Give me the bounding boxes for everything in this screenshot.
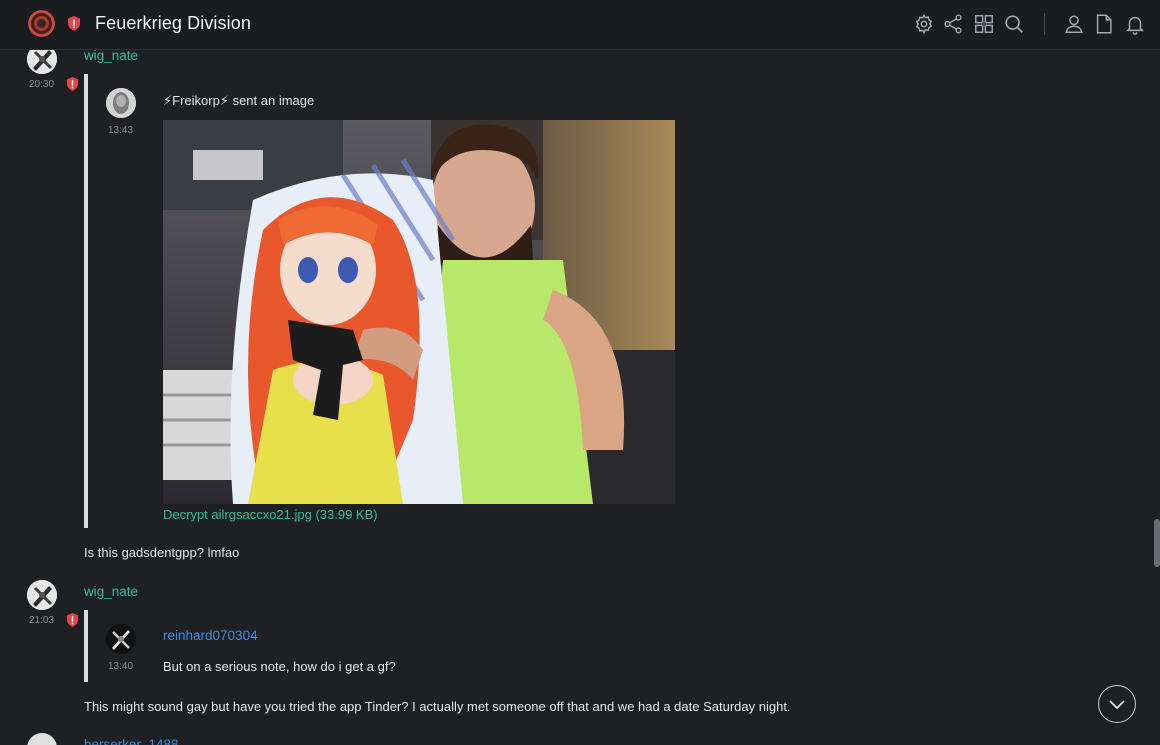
avatar[interactable] — [106, 624, 136, 654]
share-icon[interactable] — [942, 13, 964, 35]
server-avatar[interactable] — [28, 10, 55, 37]
quote-bar — [84, 74, 88, 528]
message-text: Is this gadsdentgpp? lmfao — [84, 545, 240, 560]
quote-text: But on a serious note, how do i get a gf… — [163, 659, 396, 674]
shield-icon — [66, 77, 80, 92]
attached-image[interactable] — [163, 120, 675, 504]
chevron-down-icon — [1109, 700, 1125, 710]
quote-time: 13:40 — [108, 661, 134, 672]
avatar[interactable] — [27, 580, 57, 610]
message-author[interactable]: wig_nate — [84, 584, 138, 599]
quote-author[interactable]: reinhard070304 — [163, 628, 258, 643]
quote-time: 13:43 — [108, 125, 134, 136]
settings-icon[interactable] — [913, 13, 935, 35]
file-icon[interactable] — [1093, 13, 1115, 35]
message-author[interactable]: wig_nate — [84, 48, 138, 63]
scroll-to-bottom-button[interactable] — [1098, 685, 1136, 723]
grid-icon[interactable] — [973, 13, 995, 35]
message-time: 21:03 — [29, 615, 55, 626]
bell-icon[interactable] — [1124, 13, 1146, 35]
channel-header: Feuerkrieg Division — [0, 0, 1160, 50]
shield-icon — [66, 613, 80, 628]
channel-title: Feuerkrieg Division — [95, 13, 251, 33]
user-icon[interactable] — [1063, 13, 1085, 35]
message-time: 20:30 — [29, 79, 55, 90]
shield-icon — [67, 16, 81, 31]
header-divider — [1044, 13, 1045, 35]
message-text: This might sound gay but have you tried … — [84, 699, 791, 714]
quote-author[interactable]: ⚡Freikorp⚡ — [163, 93, 229, 108]
attachment-link[interactable]: Decrypt ailrgsaccxo21.jpg (33.99 KB) — [163, 507, 378, 522]
message-author[interactable]: berserker_1488 — [84, 737, 179, 745]
quote-bar — [84, 610, 88, 682]
quote-header: ⚡Freikorp⚡ sent an image — [163, 93, 314, 109]
quote-action: sent an image — [232, 93, 315, 108]
avatar[interactable] — [27, 733, 57, 745]
avatar[interactable] — [106, 88, 136, 118]
scrollbar-thumb[interactable] — [1154, 519, 1160, 567]
search-icon[interactable] — [1003, 13, 1025, 35]
